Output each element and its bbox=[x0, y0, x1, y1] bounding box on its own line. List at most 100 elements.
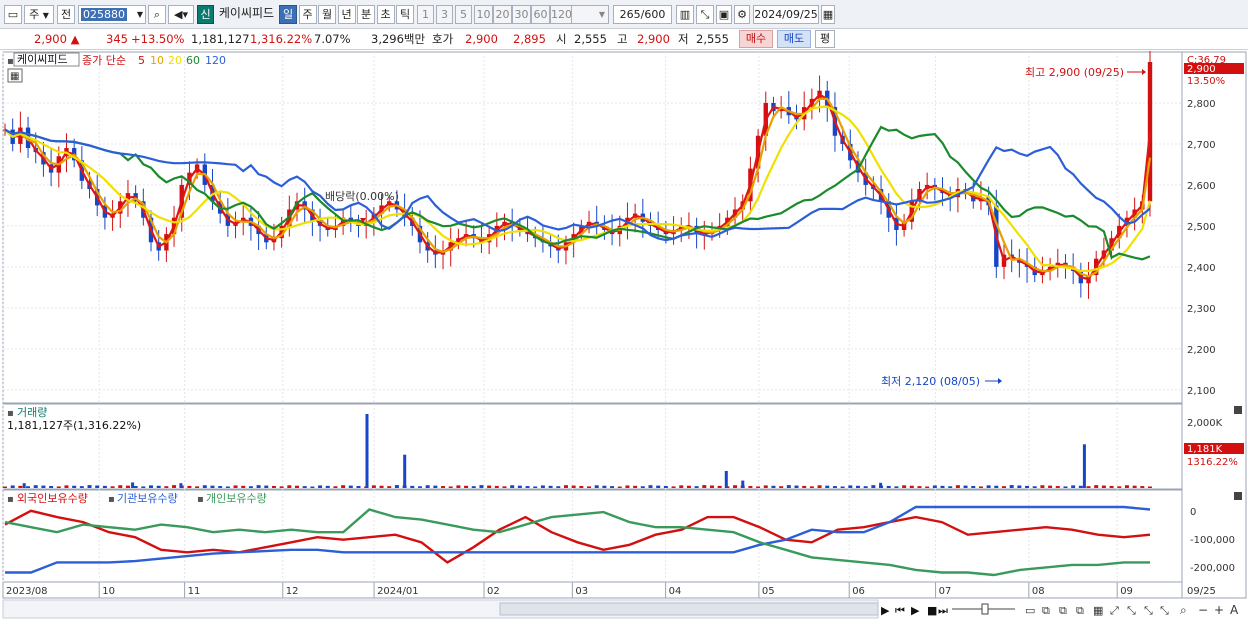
volume-bar bbox=[56, 486, 61, 488]
dividend-annotation: 배당락(0.00%) bbox=[325, 190, 399, 203]
volume-bar bbox=[1025, 485, 1030, 488]
window-icon[interactable]: ▭ bbox=[1025, 604, 1035, 617]
volume-bar bbox=[1109, 485, 1114, 488]
sell-button[interactable]: 매도 bbox=[777, 30, 811, 48]
volume-bar bbox=[602, 485, 607, 488]
volume-bar bbox=[763, 485, 768, 488]
search-icon[interactable]: ⌕ bbox=[148, 5, 166, 24]
price-value: 2,900 ▲ bbox=[34, 29, 79, 49]
interval-button-3[interactable]: 3 bbox=[436, 5, 453, 24]
zoom-slider-thumb[interactable] bbox=[981, 603, 989, 615]
volume-bar bbox=[771, 485, 776, 488]
volume-bar bbox=[287, 485, 292, 488]
layout-icon[interactable]: ▭ bbox=[4, 5, 22, 24]
chevron-down-icon: ▼ bbox=[42, 11, 49, 20]
draw-icon[interactable]: ⤡ bbox=[1144, 604, 1153, 617]
price-tick-label: 2,600 bbox=[1187, 181, 1216, 192]
trend-icon[interactable]: ⤢ bbox=[1110, 604, 1119, 617]
stop-icon[interactable]: ■ bbox=[927, 604, 937, 617]
zoom-out-icon[interactable]: − bbox=[1198, 603, 1208, 617]
x-axis-label: 04 bbox=[669, 586, 682, 597]
code-input[interactable]: 025880 ▼ bbox=[78, 5, 146, 24]
interval-button-5[interactable]: 5 bbox=[455, 5, 472, 24]
current-price-label: 2,900 bbox=[1187, 64, 1216, 75]
count-field[interactable]: 265/600 bbox=[613, 5, 672, 24]
calendar-icon[interactable]: ▦ bbox=[821, 5, 835, 24]
market-select[interactable]: 주 ▼ bbox=[24, 5, 54, 24]
eval-button[interactable]: 평 bbox=[815, 30, 835, 48]
period-tab-2[interactable]: 월 bbox=[318, 5, 336, 24]
scrollbar-thumb[interactable] bbox=[499, 602, 879, 616]
volume-bar bbox=[948, 486, 953, 488]
split-icon[interactable]: ⧉ bbox=[1076, 604, 1084, 617]
speaker-icon[interactable]: ◀▾ bbox=[168, 5, 194, 24]
volume-dot-icon: ▪ bbox=[7, 408, 14, 419]
interval-button-10[interactable]: 10 bbox=[474, 5, 493, 24]
layout-icon[interactable]: ⧉ bbox=[1059, 604, 1067, 617]
interval-select[interactable]: ▼ bbox=[571, 5, 609, 24]
interval-button-30[interactable]: 30 bbox=[512, 5, 531, 24]
volume-bar bbox=[510, 485, 515, 488]
volume-bar bbox=[79, 486, 84, 488]
volume-bar bbox=[540, 485, 545, 488]
grid-icon[interactable]: ▦ bbox=[1093, 604, 1103, 617]
scroll-last-icon[interactable]: ⏭ bbox=[938, 604, 948, 617]
volume-bar bbox=[978, 486, 983, 488]
play-icon[interactable]: ▶ bbox=[911, 604, 920, 617]
volume-bar bbox=[517, 485, 522, 488]
scroll-first-icon[interactable]: ⏮ bbox=[895, 604, 905, 617]
volume-bar bbox=[1001, 486, 1006, 488]
volume-axis-label: 2,000K bbox=[1187, 418, 1223, 429]
period-tab-5[interactable]: 초 bbox=[376, 5, 395, 24]
price: 2,900 bbox=[34, 32, 67, 46]
volume-bar bbox=[832, 486, 837, 488]
volume-bar bbox=[1124, 485, 1129, 488]
volume-bar bbox=[594, 485, 599, 488]
volume-bar bbox=[333, 486, 338, 488]
holding-close-icon[interactable] bbox=[1234, 492, 1242, 500]
volume-bar bbox=[356, 486, 361, 488]
gear-icon[interactable]: ⚙ bbox=[734, 5, 750, 24]
x-axis-label: 10 bbox=[102, 586, 115, 597]
x-axis-label: 02 bbox=[487, 586, 500, 597]
date-field[interactable]: 2024/09/25 bbox=[753, 5, 819, 24]
volume-bar bbox=[1132, 485, 1137, 488]
volume-bar bbox=[533, 486, 538, 488]
holding-tick-1: -100,000 bbox=[1190, 535, 1235, 546]
volume-bar bbox=[295, 485, 300, 488]
volume-close-icon[interactable] bbox=[1234, 406, 1242, 414]
zoom-search-icon[interactable]: ⌕ bbox=[1180, 603, 1187, 617]
volume-bar bbox=[279, 486, 284, 488]
volume-title: 거래량 bbox=[17, 406, 47, 419]
period-tab-4[interactable]: 분 bbox=[357, 5, 375, 24]
font-size-icon[interactable]: A bbox=[1230, 603, 1239, 617]
tool-icon[interactable]: ⤡ bbox=[696, 5, 714, 24]
buy-button[interactable]: 매수 bbox=[739, 30, 773, 48]
chart-type-icon[interactable]: ⤡ bbox=[1127, 604, 1136, 617]
period-tab-1[interactable]: 주 bbox=[298, 5, 317, 24]
zoom-in-icon[interactable]: + bbox=[1214, 603, 1224, 617]
volume-spike bbox=[365, 414, 369, 488]
period-tab-0[interactable]: 일 bbox=[279, 5, 297, 24]
volume-bar bbox=[994, 485, 999, 488]
volume-bar bbox=[394, 485, 399, 488]
period-tab-6[interactable]: 틱 bbox=[396, 5, 414, 24]
copy-icon[interactable]: ⧉ bbox=[1042, 604, 1050, 617]
chart-area[interactable]: 2,100 2,200 2,300 2,400 2,500 2,600 2,700 2,800… bbox=[0, 50, 1248, 621]
candle-icon[interactable]: ▥ bbox=[676, 5, 694, 24]
export-icon[interactable]: ⤡ bbox=[1160, 604, 1169, 617]
volume-bar bbox=[579, 485, 584, 488]
interval-button-20[interactable]: 20 bbox=[493, 5, 512, 24]
volume-bar bbox=[663, 486, 668, 488]
stock-chart[interactable]: 2,100 2,200 2,300 2,400 2,500 2,600 2,700 2,800… bbox=[0, 50, 1248, 621]
scroll-right-icon[interactable]: ▶ bbox=[881, 604, 890, 617]
prefix-select[interactable]: 전 bbox=[57, 5, 75, 24]
period-tab-3[interactable]: 년 bbox=[337, 5, 356, 24]
interval-button-120[interactable]: 120 bbox=[550, 5, 572, 24]
volume-bar bbox=[102, 485, 107, 488]
chevron-down-icon[interactable]: ▼ bbox=[137, 6, 143, 23]
save-icon[interactable]: ▣ bbox=[716, 5, 732, 24]
table-glyph: ▦ bbox=[10, 71, 19, 82]
interval-button-1[interactable]: 1 bbox=[417, 5, 434, 24]
interval-button-60[interactable]: 60 bbox=[531, 5, 550, 24]
